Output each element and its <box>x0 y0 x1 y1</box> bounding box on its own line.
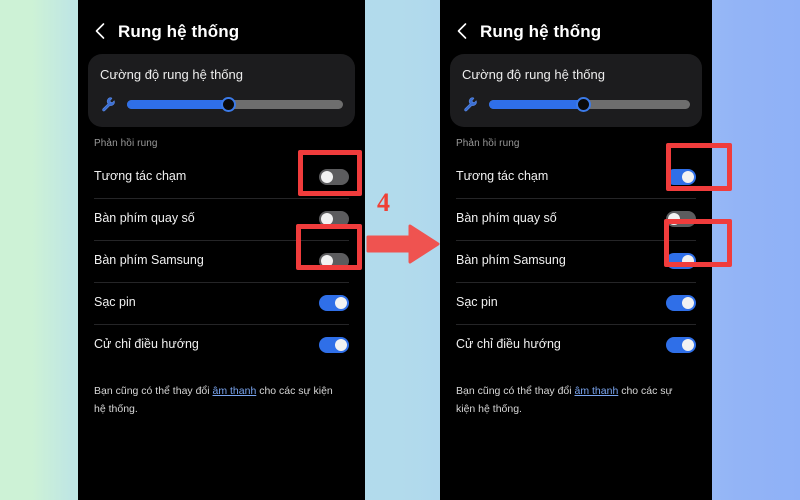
list-item-navigation-gestures[interactable]: Cử chỉ điều hướng <box>440 323 712 366</box>
page-title: Rung hệ thống <box>118 21 240 41</box>
slider-fill <box>127 99 229 109</box>
app-bar: Rung hệ thống <box>78 0 365 54</box>
step-annotation: 4 <box>366 190 444 270</box>
list-item-samsung-keyboard[interactable]: Bàn phím Samsung <box>440 239 712 282</box>
toggle-knob <box>321 170 333 183</box>
step-number: 4 <box>377 188 390 217</box>
footer-note: Bạn cũng có thể thay đổi âm thanh cho cá… <box>78 366 365 419</box>
row-label: Sạc pin <box>456 295 498 310</box>
card-title: Cường độ rung hệ thống <box>462 67 605 82</box>
toggle-knob <box>668 212 680 225</box>
row-label: Tương tác chạm <box>456 169 549 184</box>
footer-text-before: Bạn cũng có thể thay đổi <box>94 384 213 397</box>
haptic-feedback-list: Tương tác chạm Bàn phím quay số Bàn phím… <box>440 155 712 366</box>
back-chevron-icon[interactable] <box>92 22 108 40</box>
slider-thumb[interactable] <box>575 96 591 112</box>
intensity-slider[interactable] <box>127 96 343 112</box>
toggle-knob <box>682 296 694 309</box>
slider-thumb[interactable] <box>221 96 237 112</box>
list-item-dialing-keypad[interactable]: Bàn phím quay số <box>78 197 365 240</box>
toggle-touch-interaction[interactable] <box>666 168 696 185</box>
toggle-navigation-gestures[interactable] <box>666 336 696 353</box>
toggle-touch-interaction[interactable] <box>319 168 349 185</box>
wrench-icon <box>464 97 477 111</box>
toggle-dialing-keypad[interactable] <box>666 210 696 227</box>
vibration-intensity-card: Cường độ rung hệ thống <box>88 54 355 127</box>
card-title: Cường độ rung hệ thống <box>100 67 243 82</box>
section-label-haptic-feedback: Phản hồi rung <box>456 137 520 149</box>
list-item-samsung-keyboard[interactable]: Bàn phím Samsung <box>78 239 365 282</box>
right-arrow-icon <box>366 224 440 264</box>
list-item-dialing-keypad[interactable]: Bàn phím quay số <box>440 197 712 240</box>
phone-screen-after: Rung hệ thống Cường độ rung hệ thống Phả… <box>440 0 712 500</box>
row-label: Tương tác chạm <box>94 169 187 184</box>
toggle-knob <box>321 212 333 225</box>
row-label: Bàn phím quay số <box>94 211 195 226</box>
slider-fill <box>489 99 584 109</box>
row-label: Cử chỉ điều hướng <box>456 337 561 352</box>
slider-row <box>100 96 343 113</box>
intensity-slider[interactable] <box>489 96 690 112</box>
toggle-dialing-keypad[interactable] <box>319 210 349 227</box>
list-item-charging[interactable]: Sạc pin <box>440 281 712 324</box>
row-label: Sạc pin <box>94 295 136 310</box>
row-label: Cử chỉ điều hướng <box>94 337 199 352</box>
toggle-knob <box>335 296 347 309</box>
toggle-charging[interactable] <box>666 294 696 311</box>
toggle-knob <box>682 254 694 267</box>
toggle-knob <box>682 338 694 351</box>
toggle-charging[interactable] <box>319 294 349 311</box>
toggle-knob <box>321 254 333 267</box>
sound-settings-link[interactable]: âm thanh <box>213 385 257 397</box>
settings-screen: Rung hệ thống Cường độ rung hệ thống Phả… <box>440 0 712 500</box>
footer-text-before: Bạn cũng có thể thay đổi <box>456 384 575 397</box>
row-label: Bàn phím Samsung <box>456 253 566 268</box>
list-item-touch-interaction[interactable]: Tương tác chạm <box>78 156 365 198</box>
app-bar: Rung hệ thống <box>440 0 712 54</box>
toggle-navigation-gestures[interactable] <box>319 336 349 353</box>
phone-screen-before: Rung hệ thống Cường độ rung hệ thống Phả… <box>78 0 365 500</box>
screenshot-stage: Rung hệ thống Cường độ rung hệ thống Phả… <box>0 0 800 500</box>
wrench-icon <box>102 97 115 111</box>
vibration-intensity-card: Cường độ rung hệ thống <box>450 54 702 127</box>
list-item-navigation-gestures[interactable]: Cử chỉ điều hướng <box>78 323 365 366</box>
toggle-samsung-keyboard[interactable] <box>666 252 696 269</box>
sound-settings-link[interactable]: âm thanh <box>575 385 619 397</box>
row-label: Bàn phím Samsung <box>94 253 204 268</box>
toggle-knob <box>335 338 347 351</box>
footer-note: Bạn cũng có thể thay đổi âm thanh cho cá… <box>440 366 712 419</box>
haptic-feedback-list: Tương tác chạm Bàn phím quay số Bàn phím… <box>78 155 365 366</box>
row-label: Bàn phím quay số <box>456 211 557 226</box>
toggle-knob <box>682 170 694 183</box>
back-chevron-icon[interactable] <box>454 22 470 40</box>
section-label-haptic-feedback: Phản hồi rung <box>94 137 158 149</box>
page-title: Rung hệ thống <box>480 21 602 41</box>
toggle-samsung-keyboard[interactable] <box>319 252 349 269</box>
slider-row <box>462 96 690 113</box>
list-item-charging[interactable]: Sạc pin <box>78 281 365 324</box>
list-item-touch-interaction[interactable]: Tương tác chạm <box>440 156 712 198</box>
settings-screen: Rung hệ thống Cường độ rung hệ thống Phả… <box>78 0 365 500</box>
